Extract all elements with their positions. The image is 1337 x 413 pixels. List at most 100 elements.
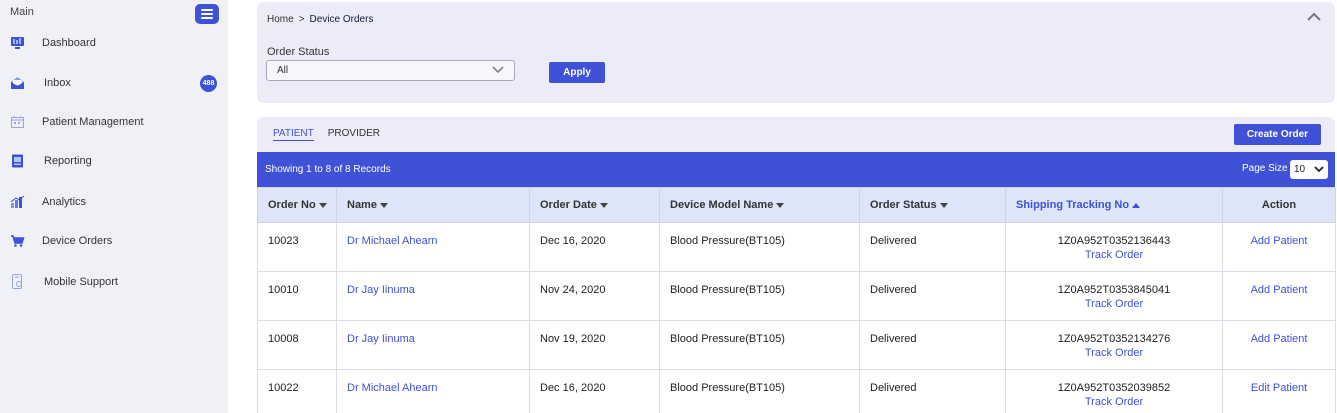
inbox-count-badge: 488 <box>200 74 217 92</box>
column-header-tracking-no[interactable]: Shipping Tracking No <box>1005 187 1223 223</box>
tracking-cell: 1Z0A952T0352039852 Track Order <box>1005 369 1223 413</box>
sort-arrow-icon <box>776 202 785 208</box>
table-row: 10022 Dr Michael Ahearn Dec 16, 2020 Blo… <box>257 369 1336 413</box>
add-patient-link[interactable]: Add Patient <box>1222 271 1336 321</box>
records-bar: Showing 1 to 8 of 8 Records Page Size 10 <box>257 152 1335 187</box>
column-header-order-status[interactable]: Order Status <box>859 187 1006 223</box>
filter-panel: Home > Device Orders Order Status All Ap… <box>257 2 1335 103</box>
tab-patient[interactable]: PATIENT <box>273 128 314 141</box>
order-date-cell: Dec 16, 2020 <box>529 369 660 413</box>
tracking-cell: 1Z0A952T0352136443 Track Order <box>1005 222 1223 272</box>
sidebar-item-reporting[interactable]: Reporting <box>0 146 228 176</box>
menu-toggle-icon[interactable] <box>195 4 219 24</box>
report-icon <box>12 154 23 168</box>
device-model-cell: Blood Pressure(BT105) <box>659 320 860 370</box>
order-status-select[interactable]: All <box>266 60 515 81</box>
sidebar-item-patient-management[interactable]: Patient Management <box>0 107 228 137</box>
tabs: PATIENT PROVIDER <box>273 128 380 141</box>
name-link[interactable]: Dr Jay Iinuma <box>336 271 530 321</box>
sidebar-item-label: Mobile Support <box>44 276 118 288</box>
apply-button[interactable]: Apply <box>549 62 605 83</box>
order-date-cell: Nov 19, 2020 <box>529 320 660 370</box>
device-model-cell: Blood Pressure(BT105) <box>659 369 860 413</box>
column-header-order-no[interactable]: Order No <box>257 187 337 223</box>
sidebar-item-label: Inbox <box>44 77 71 89</box>
tracking-number: 1Z0A952T0353845041 <box>1057 284 1171 296</box>
create-order-button[interactable]: Create Order <box>1234 124 1321 145</box>
sidebar-header: Main <box>0 0 228 26</box>
sidebar-item-label: Analytics <box>42 196 87 208</box>
order-no-cell: 10010 <box>257 271 337 321</box>
sidebar-item-dashboard[interactable]: Dashboard <box>0 28 228 58</box>
records-count: Showing 1 to 8 of 8 Records <box>265 164 391 175</box>
add-patient-link[interactable]: Add Patient <box>1222 320 1336 370</box>
track-order-link[interactable]: Track Order <box>1006 396 1222 408</box>
track-order-link[interactable]: Track Order <box>1006 298 1222 310</box>
table-row: 10010 Dr Jay Iinuma Nov 24, 2020 Blood P… <box>257 271 1336 321</box>
sidebar-item-label: Reporting <box>44 155 92 167</box>
tracking-cell: 1Z0A952T0353845041 Track Order <box>1005 271 1223 321</box>
device-model-cell: Blood Pressure(BT105) <box>659 222 860 272</box>
breadcrumb-separator: > <box>298 14 305 25</box>
sidebar-item-label: Dashboard <box>42 37 96 49</box>
table-row: 10008 Dr Jay Iinuma Nov 19, 2020 Blood P… <box>257 320 1336 370</box>
order-date-cell: Dec 16, 2020 <box>529 222 660 272</box>
add-patient-link[interactable]: Add Patient <box>1222 222 1336 272</box>
sort-arrow-icon <box>939 202 948 208</box>
device-model-cell: Blood Pressure(BT105) <box>659 271 860 321</box>
column-header-device-model[interactable]: Device Model Name <box>659 187 860 223</box>
dashboard-icon <box>11 37 24 49</box>
breadcrumb-home[interactable]: Home <box>267 14 294 25</box>
page-size-value: 10 <box>1294 164 1306 175</box>
chevron-down-icon <box>1314 166 1324 173</box>
mobile-icon <box>12 274 22 289</box>
name-link[interactable]: Dr Jay Iinuma <box>336 320 530 370</box>
sidebar-item-label: Device Orders <box>42 235 113 247</box>
order-no-cell: 10023 <box>257 222 337 272</box>
track-order-link[interactable]: Track Order <box>1006 347 1222 359</box>
breadcrumb-current: Device Orders <box>309 14 374 25</box>
table-header-row: Order No Name Order Date Device Model Na… <box>257 187 1336 223</box>
order-status-value: All <box>277 65 289 76</box>
page-size-select[interactable]: 10 <box>1290 160 1328 179</box>
chevron-down-icon <box>492 66 504 74</box>
column-header-action: Action <box>1222 187 1336 223</box>
sidebar-item-inbox[interactable]: Inbox 488 <box>0 68 228 98</box>
order-no-cell: 10008 <box>257 320 337 370</box>
edit-patient-link[interactable]: Edit Patient <box>1222 369 1336 413</box>
order-status-cell: Delivered <box>859 271 1006 321</box>
table-row: 10023 Dr Michael Ahearn Dec 16, 2020 Blo… <box>257 222 1336 272</box>
column-header-name[interactable]: Name <box>336 187 530 223</box>
inbox-icon <box>11 77 24 89</box>
sidebar-item-label: Patient Management <box>42 116 144 128</box>
name-link[interactable]: Dr Michael Ahearn <box>336 369 530 413</box>
sort-arrow-icon <box>1132 202 1141 208</box>
order-status-cell: Delivered <box>859 222 1006 272</box>
sidebar-item-device-orders[interactable]: Device Orders <box>0 226 228 256</box>
order-status-cell: Delivered <box>859 369 1006 413</box>
collapse-chevron-icon[interactable] <box>1307 12 1321 22</box>
tracking-number: 1Z0A952T0352136443 <box>1057 235 1171 247</box>
bar-chart-icon <box>10 195 25 208</box>
orders-panel: PATIENT PROVIDER Create Order Showing 1 … <box>257 117 1336 413</box>
order-status-label: Order Status <box>267 46 330 58</box>
tracking-number: 1Z0A952T0352039852 <box>1057 382 1171 394</box>
sidebar: Main Dashboard Inbox 488 Patient Managem… <box>0 0 228 413</box>
sidebar-item-analytics[interactable]: Analytics <box>0 187 228 217</box>
sort-arrow-icon <box>318 202 327 208</box>
track-order-link[interactable]: Track Order <box>1006 249 1222 261</box>
orders-table: Order No Name Order Date Device Model Na… <box>257 187 1336 413</box>
column-header-order-date[interactable]: Order Date <box>529 187 660 223</box>
tracking-number: 1Z0A952T0352134276 <box>1057 333 1171 345</box>
tracking-cell: 1Z0A952T0352134276 Track Order <box>1005 320 1223 370</box>
name-link[interactable]: Dr Michael Ahearn <box>336 222 530 272</box>
order-status-cell: Delivered <box>859 320 1006 370</box>
sort-arrow-icon <box>379 202 388 208</box>
page-size-label: Page Size <box>1242 163 1288 174</box>
sidebar-title: Main <box>10 6 34 18</box>
order-no-cell: 10022 <box>257 369 337 413</box>
tab-provider[interactable]: PROVIDER <box>328 128 380 141</box>
order-date-cell: Nov 24, 2020 <box>529 271 660 321</box>
sidebar-item-mobile-support[interactable]: Mobile Support <box>0 267 228 297</box>
cart-icon <box>11 235 25 247</box>
